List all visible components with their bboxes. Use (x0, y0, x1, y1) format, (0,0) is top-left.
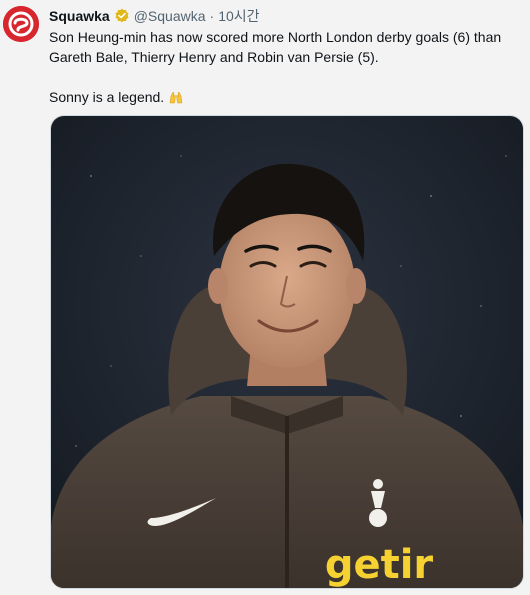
tweet-text-line: Son Heung-min has now scored more North … (49, 29, 502, 65)
tweet-text: Son Heung-min has now scored more North … (49, 27, 514, 107)
squawka-logo-icon (3, 6, 39, 42)
tweet-text-line-2: Sonny is a legend. (49, 87, 514, 107)
photo-son-heung-min: getir (51, 116, 523, 588)
raising-hands-emoji-icon (169, 91, 183, 104)
avatar[interactable] (3, 6, 39, 42)
author-handle[interactable]: @Squawka (134, 8, 206, 24)
tweet-card[interactable]: Squawka @Squawka · 10시간 Son Heung-min ha… (0, 0, 530, 595)
header-separator: · (209, 8, 215, 24)
getir-sponsor-text: getir (325, 542, 434, 588)
tweet-photo[interactable]: getir (50, 115, 524, 589)
verified-badge-icon[interactable] (114, 8, 130, 24)
author-display-name[interactable]: Squawka (49, 8, 110, 24)
tweet-header: Squawka @Squawka · 10시간 (49, 6, 260, 26)
tweet-text-line-2-text: Sonny is a legend. (49, 89, 165, 105)
tweet-timestamp[interactable]: 10시간 (218, 6, 259, 26)
